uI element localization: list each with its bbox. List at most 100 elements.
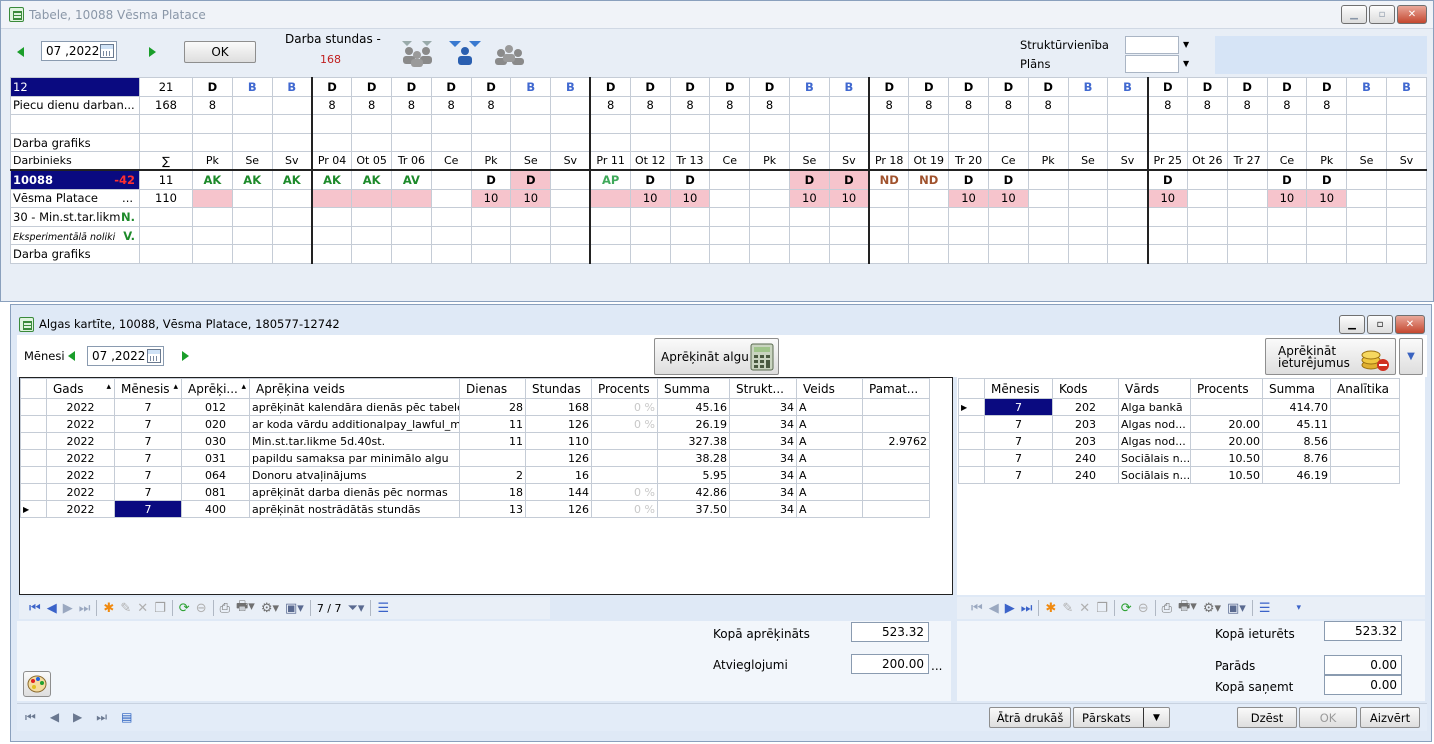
deduction-row[interactable]: 7 203 Algas nod... 20.00 8.56 (958, 432, 1400, 450)
day-cell[interactable] (669, 244, 711, 264)
minimize-button[interactable]: ▁ (1341, 5, 1367, 24)
edit-icon[interactable]: ✎ (1062, 601, 1073, 616)
calc-cell[interactable] (862, 398, 930, 416)
day-cell[interactable] (231, 132, 273, 153)
day-cell[interactable]: AK (192, 169, 233, 190)
day-cell[interactable]: B (1067, 77, 1109, 97)
calc-cell[interactable]: 34 (729, 415, 797, 433)
copy-icon[interactable]: ❐ (154, 601, 166, 616)
day-cell[interactable]: D (430, 77, 472, 97)
day-cell[interactable]: B (1346, 77, 1387, 97)
calc-row[interactable]: 2022 7 081 aprēķināt darba dienās pēc norma… (20, 483, 930, 501)
month-date-field[interactable]: 07 ,2022 (87, 346, 164, 366)
day-cell[interactable] (1107, 188, 1149, 209)
day-cell[interactable] (709, 114, 751, 134)
day-cell[interactable] (788, 114, 830, 134)
day-cell[interactable] (1346, 169, 1387, 190)
day-cell[interactable] (1186, 169, 1228, 190)
day-cell[interactable] (589, 207, 631, 227)
calc-cell[interactable]: 18 (459, 483, 526, 501)
day-cell[interactable] (669, 225, 711, 246)
day-cell[interactable] (1107, 207, 1149, 227)
day-cell[interactable] (908, 225, 950, 246)
day-cell[interactable]: B (1385, 77, 1428, 97)
calc-cell[interactable]: A (796, 466, 863, 484)
day-cell[interactable] (1146, 114, 1188, 134)
day-cell[interactable] (749, 188, 790, 209)
column-header[interactable]: Analītika (1330, 378, 1400, 399)
day-cell[interactable] (1385, 244, 1428, 264)
day-cell[interactable] (948, 225, 989, 246)
day-cell[interactable] (271, 114, 313, 134)
calc-cell[interactable]: ar koda vārdu additionalpay_lawful_minus (249, 415, 460, 433)
edit-icon[interactable]: ✎ (120, 601, 131, 616)
day-cell[interactable] (1067, 132, 1109, 153)
deduction-cell[interactable]: 202 (1052, 398, 1119, 416)
day-cell[interactable] (271, 244, 313, 264)
calc-cell[interactable]: 34 (729, 449, 797, 467)
row-indicator[interactable] (20, 398, 47, 416)
row-label-cell[interactable]: Eksperimentālā noliki V. (9, 225, 141, 246)
day-cell[interactable] (351, 188, 392, 209)
day-cell[interactable] (310, 225, 353, 246)
cancel-icon[interactable]: ⊖ (196, 601, 207, 616)
day-cell[interactable] (669, 207, 711, 227)
row-indicator[interactable] (958, 432, 985, 450)
day-cell[interactable] (1385, 132, 1428, 153)
day-cell[interactable] (1346, 132, 1387, 153)
employee-name-cell[interactable]: Vēsma Platace... (9, 188, 141, 209)
day-cell[interactable] (1186, 207, 1228, 227)
day-cell[interactable]: D (868, 77, 910, 97)
day-cell[interactable] (788, 225, 830, 246)
day-cell[interactable] (589, 225, 631, 246)
day-cell[interactable]: ND (908, 169, 950, 190)
day-cell[interactable] (1107, 95, 1149, 116)
calc-cell[interactable]: 2022 (46, 500, 115, 518)
day-cell[interactable] (1027, 225, 1069, 246)
calc-cell[interactable] (591, 466, 658, 484)
day-cell[interactable]: 10 (948, 188, 989, 209)
day-cell[interactable] (868, 188, 910, 209)
deduction-cell[interactable]: Sociālais n... (1118, 466, 1191, 484)
day-cell[interactable]: 10 (1266, 188, 1308, 209)
day-cell[interactable] (192, 114, 233, 134)
calc-cell[interactable]: A (796, 449, 863, 467)
row-indicator[interactable] (958, 466, 985, 484)
prev-period-icon[interactable] (17, 47, 24, 57)
day-cell[interactable]: 8 (709, 95, 751, 116)
day-cell[interactable] (1385, 207, 1428, 227)
day-cell[interactable] (1306, 207, 1348, 227)
day-cell[interactable] (510, 225, 552, 246)
day-cell[interactable] (828, 244, 870, 264)
day-cell[interactable]: AK (351, 169, 392, 190)
print-icon[interactable]: 🖶▾ (236, 597, 255, 619)
day-cell[interactable]: 10 (788, 188, 830, 209)
column-header[interactable]: Summa (657, 378, 730, 399)
calc-cell[interactable]: 0 % (591, 415, 658, 433)
day-cell[interactable] (908, 188, 950, 209)
column-header[interactable]: Strukt... (729, 378, 797, 399)
day-cell[interactable] (828, 114, 870, 134)
day-cell[interactable]: D (788, 169, 830, 190)
last-icon[interactable]: ⏭ (96, 710, 107, 725)
debt-field[interactable]: 0.00 (1324, 655, 1402, 675)
day-cell[interactable]: D (987, 77, 1029, 97)
day-cell[interactable] (510, 114, 552, 134)
calc-cell[interactable]: 7 (114, 432, 182, 450)
column-header[interactable]: Procents (1190, 378, 1263, 399)
day-cell[interactable] (310, 114, 353, 134)
calc-cell[interactable]: 012 (181, 398, 250, 416)
columns-icon[interactable]: ☰ (1259, 601, 1271, 616)
calc-cell[interactable]: A (796, 432, 863, 450)
day-cell[interactable]: 8 (868, 95, 910, 116)
day-cell[interactable] (828, 207, 870, 227)
day-cell[interactable]: D (470, 169, 512, 190)
day-cell[interactable] (470, 132, 512, 153)
day-cell[interactable] (1226, 188, 1268, 209)
day-cell[interactable] (629, 132, 671, 153)
day-cell[interactable] (550, 132, 591, 153)
day-cell[interactable]: 8 (391, 95, 432, 116)
total-ded-field[interactable]: 523.32 (1324, 621, 1402, 641)
calc-cell[interactable]: 38.28 (657, 449, 730, 467)
deduction-cell[interactable]: 20.00 (1190, 432, 1263, 450)
